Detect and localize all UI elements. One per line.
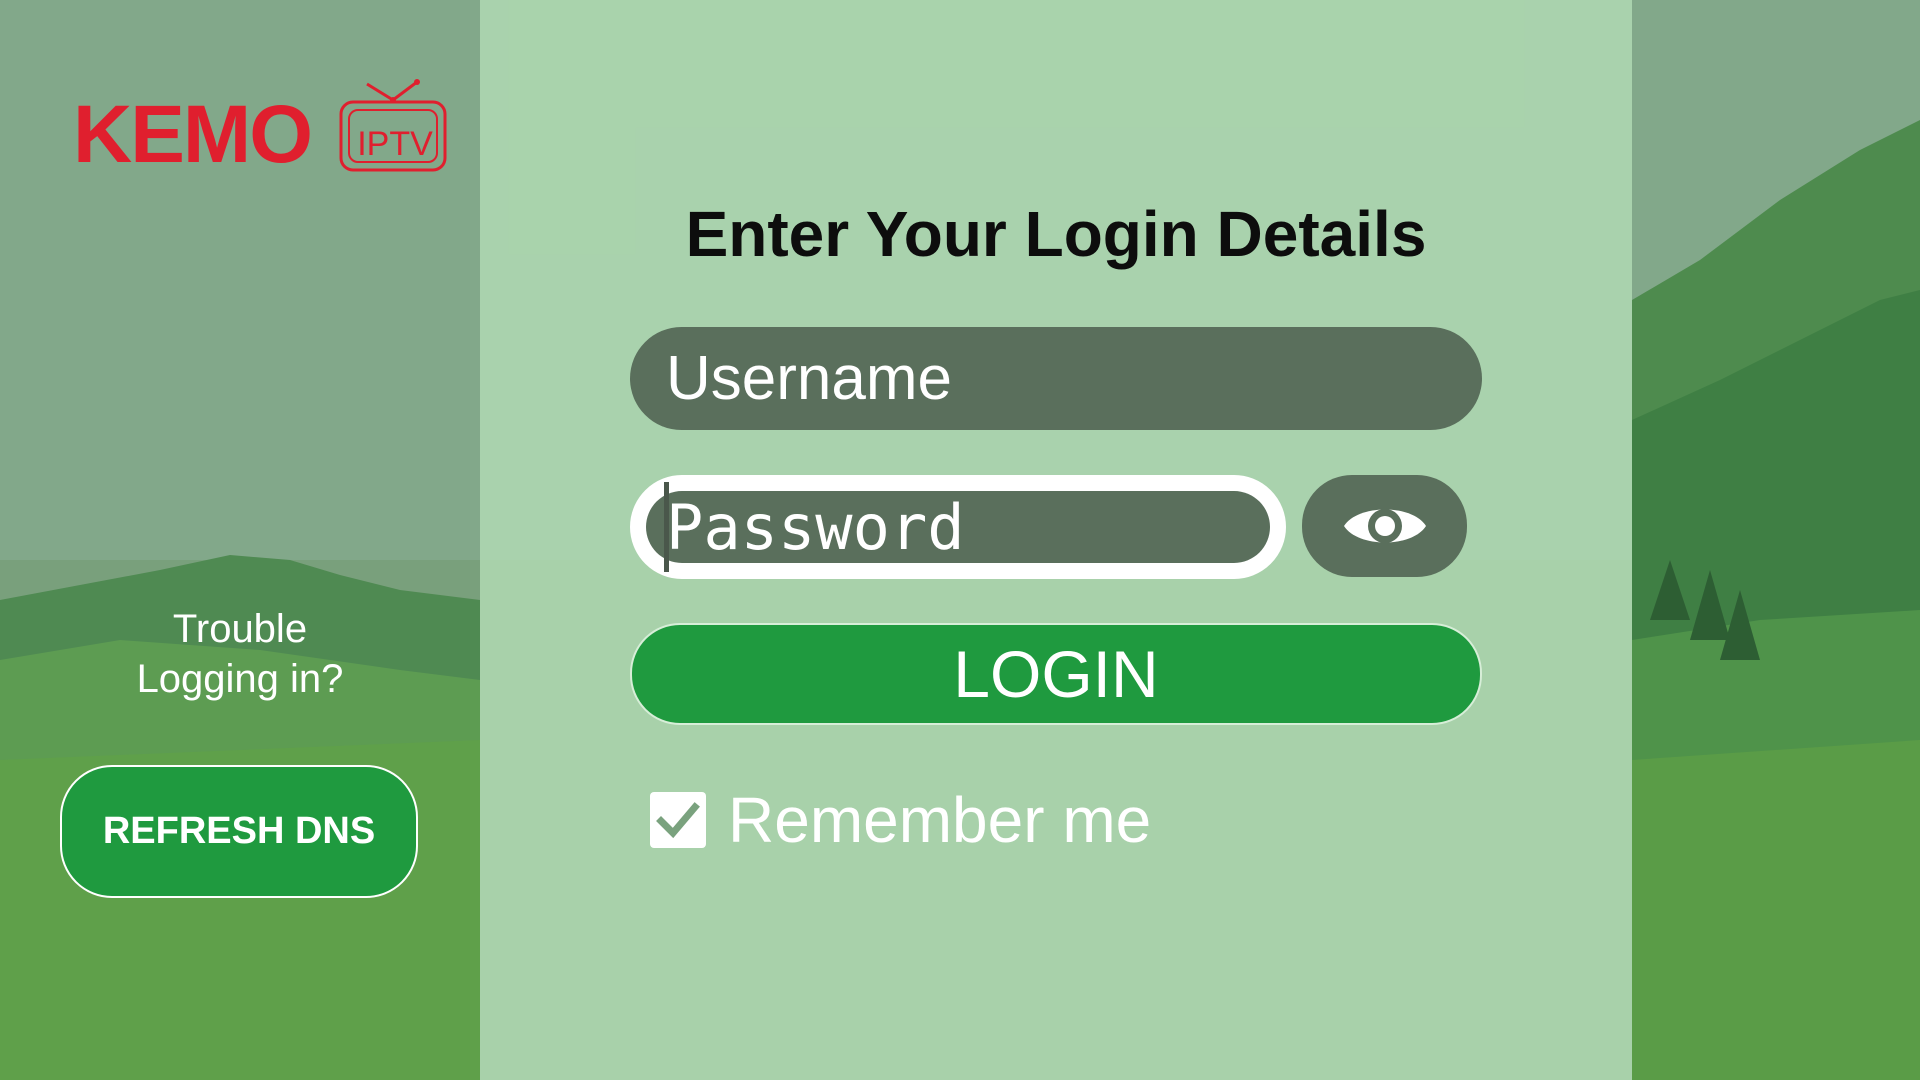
brand-logo: KEMO IPTV bbox=[73, 78, 453, 180]
text-cursor bbox=[664, 482, 669, 572]
password-input[interactable]: Password bbox=[646, 491, 1270, 564]
check-icon bbox=[656, 802, 700, 839]
page-title: Enter Your Login Details bbox=[685, 198, 1427, 270]
brand-name: KEMO bbox=[73, 89, 313, 180]
show-password-button[interactable] bbox=[1302, 475, 1467, 577]
username-input[interactable]: Username bbox=[630, 327, 1482, 430]
login-button[interactable]: LOGIN bbox=[630, 623, 1482, 725]
remember-checkbox[interactable] bbox=[650, 792, 706, 848]
remember-label: Remember me bbox=[728, 784, 1152, 856]
remember-me[interactable]: Remember me bbox=[650, 780, 1151, 860]
trouble-logging-text: Trouble Logging in? bbox=[136, 607, 344, 701]
brand-sub: IPTV bbox=[357, 125, 433, 163]
eye-icon bbox=[1343, 509, 1426, 543]
refresh-dns-button[interactable]: REFRESH DNS bbox=[60, 765, 418, 898]
